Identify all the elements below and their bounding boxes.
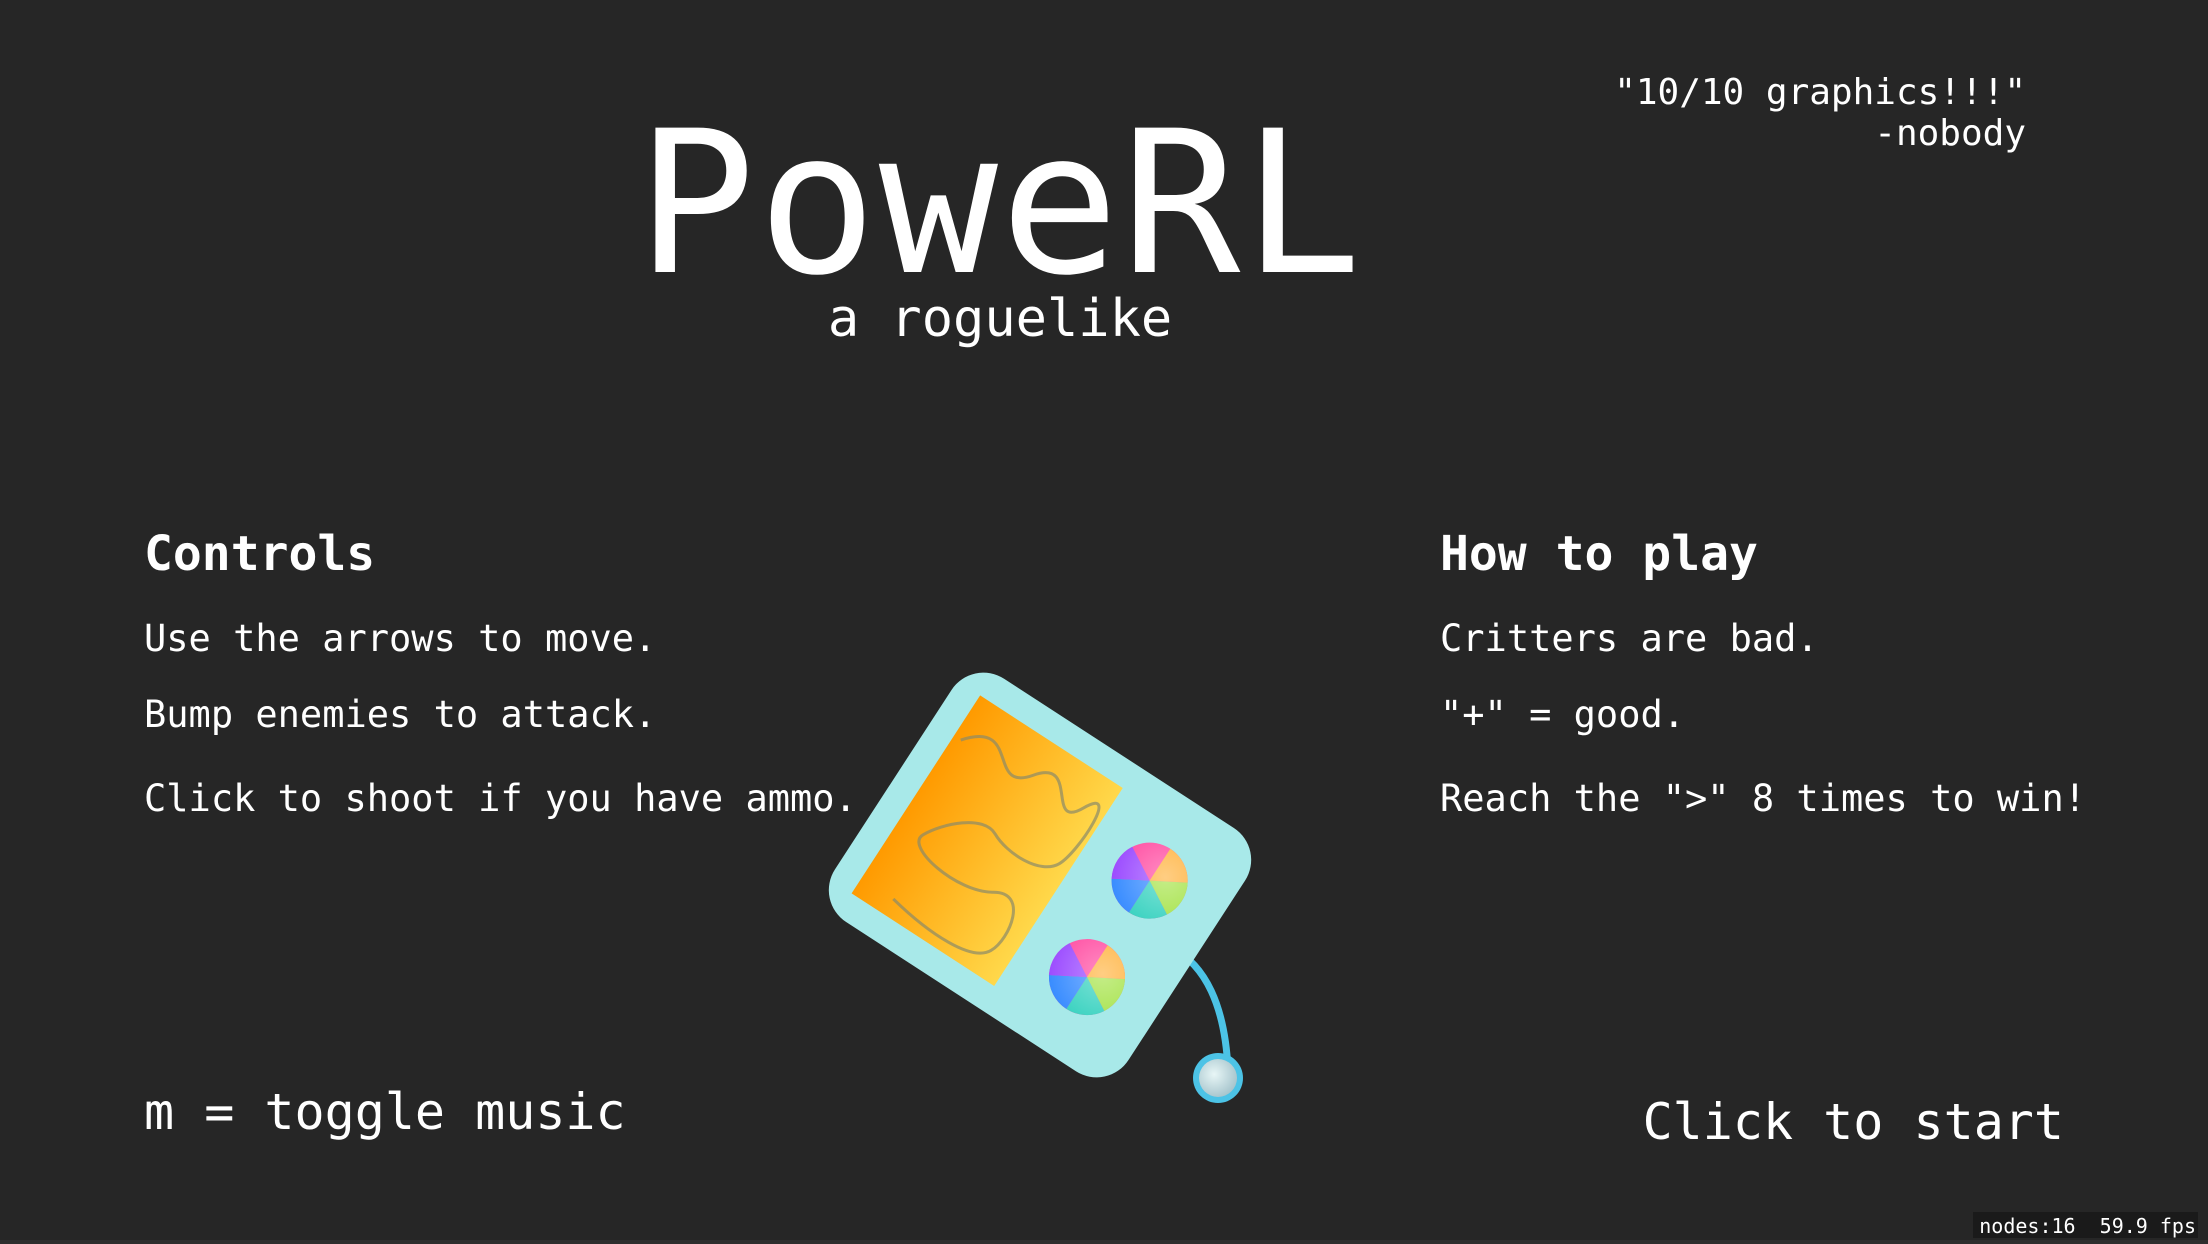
controls-line: Use the arrows to move. (144, 617, 657, 660)
radio-robot-icon (828, 672, 1252, 1103)
fps-counter: 59.9 fps (2099, 1214, 2196, 1238)
how-to-play-line: "+" = good. (1440, 693, 1686, 736)
plug (1199, 1059, 1237, 1097)
start-prompt[interactable]: Click to start (1643, 1097, 2064, 1147)
controls-line: Click to shoot if you have ammo. (144, 777, 857, 820)
how-to-play-line: Critters are bad. (1440, 617, 1819, 660)
how-to-play-heading: How to play (1440, 526, 1758, 582)
how-to-play-line: Reach the ">" 8 times to win! (1440, 777, 2087, 820)
game-subtitle: a roguelike (827, 289, 1173, 349)
quote-author: -nobody (1874, 113, 2026, 154)
music-toggle-hint: m = toggle music (144, 1083, 626, 1141)
bottom-edge (0, 1240, 2208, 1244)
debug-overlay: nodes:16 59.9 fps (1973, 1212, 2198, 1238)
quote-block: "10/10 graphics!!!" -nobody (1614, 72, 2026, 154)
controls-heading: Controls (144, 526, 376, 582)
controls-line: Bump enemies to attack. (144, 693, 657, 736)
node-count: nodes:16 (1979, 1214, 2076, 1238)
quote-text: "10/10 graphics!!!" (1614, 72, 2026, 113)
